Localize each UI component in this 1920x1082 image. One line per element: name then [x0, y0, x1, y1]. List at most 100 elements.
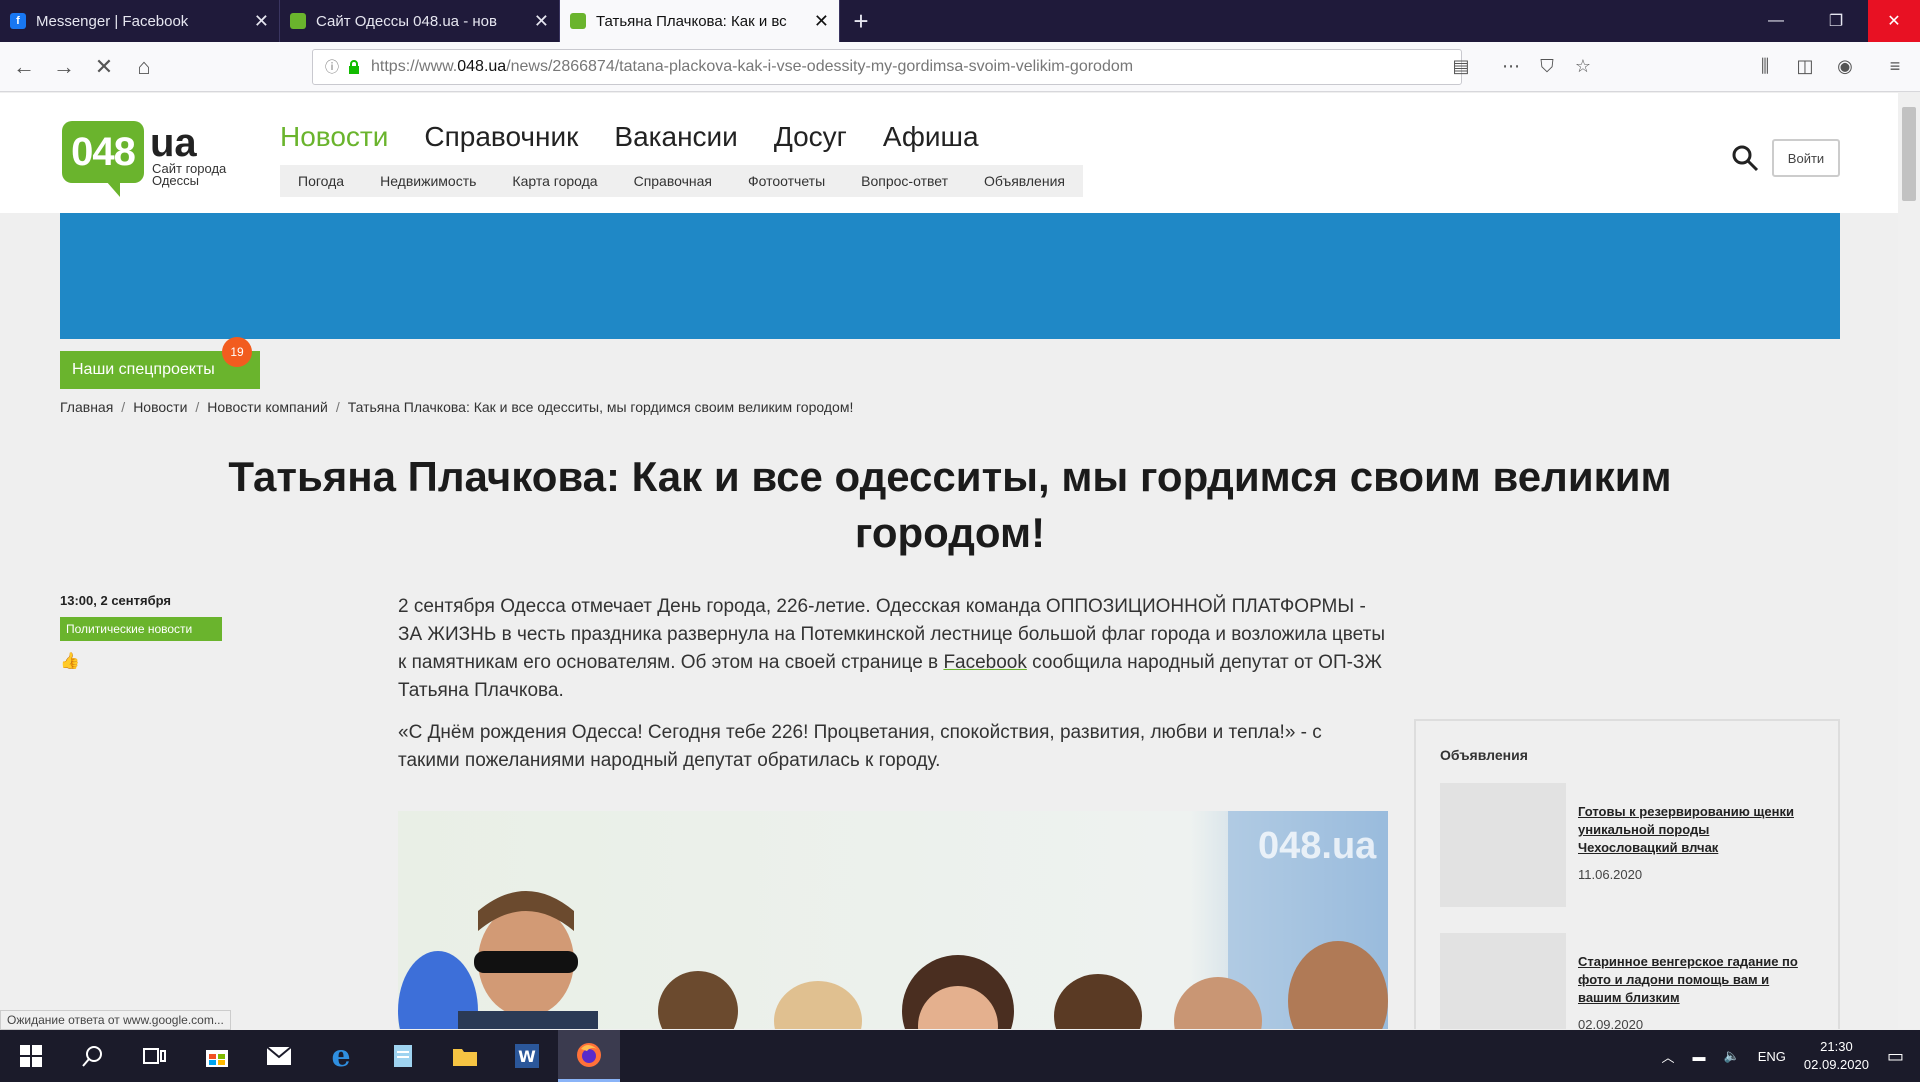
svg-text:W: W — [518, 1047, 536, 1066]
clock-time: 21:30 — [1820, 1039, 1853, 1054]
nav-jobs[interactable]: Вакансии — [614, 121, 737, 153]
nav-directory[interactable]: Справочник — [424, 121, 578, 153]
subnav-qa[interactable]: Вопрос-ответ — [861, 173, 948, 189]
new-tab-button[interactable]: + — [840, 0, 882, 42]
close-icon[interactable]: ✕ — [254, 11, 269, 32]
pocket-icon[interactable]: ⛉ — [1532, 51, 1562, 81]
subnav-city-map[interactable]: Карта города — [512, 173, 597, 189]
browser-tab-bar: f Messenger | Facebook ✕ Сайт Одессы 048… — [0, 0, 1920, 42]
logo-suffix: ua — [150, 121, 197, 165]
article-paragraph: 2 сентября Одесса отмечает День города, … — [398, 596, 1385, 701]
window-close-button[interactable]: ✕ — [1868, 0, 1920, 42]
reader-view-icon[interactable]: ▤ — [1446, 51, 1476, 81]
breadcrumb-separator: / — [121, 399, 126, 415]
windows-start-icon[interactable] — [0, 1030, 62, 1082]
subnav-weather[interactable]: Погода — [298, 173, 344, 189]
battery-icon[interactable]: ▬ — [1693, 1049, 1706, 1064]
tab-article[interactable]: Татьяна Плачкова: Как и вс ✕ — [560, 0, 840, 42]
facebook-link[interactable]: Facebook — [943, 652, 1026, 673]
chevron-up-icon[interactable]: ︿ — [1662, 1047, 1675, 1066]
bookmark-star-icon[interactable]: ☆ — [1568, 51, 1598, 81]
breadcrumb-company-news[interactable]: Новости компаний — [207, 399, 328, 415]
minimize-button[interactable]: — — [1752, 0, 1800, 42]
close-icon[interactable]: ✕ — [814, 11, 829, 32]
stop-loading-button[interactable]: ✕ — [88, 51, 120, 83]
close-icon[interactable]: ✕ — [534, 11, 549, 32]
classifieds-sidebar: Объявления Готовы к резервированию щенки… — [1414, 719, 1840, 1029]
forward-button[interactable]: → — [48, 51, 80, 83]
word-icon[interactable]: W — [496, 1030, 558, 1082]
library-icon[interactable]: ⫼ — [1750, 51, 1780, 81]
tab-title: Сайт Одессы 048.ua - нов — [316, 12, 497, 30]
subnav-real-estate[interactable]: Недвижимость — [380, 173, 476, 189]
mail-icon[interactable] — [248, 1030, 310, 1082]
article-title: Татьяна Плачкова: Как и все одесситы, мы… — [160, 449, 1740, 561]
breadcrumb-home[interactable]: Главная — [60, 399, 113, 415]
tab-messenger[interactable]: f Messenger | Facebook ✕ — [0, 0, 280, 42]
article-title-line2: городом! — [854, 509, 1046, 556]
classified-title[interactable]: Готовы к резервированию щенки уникальной… — [1578, 803, 1806, 857]
url-bar[interactable]: ⓘ https://www.048.ua/news/2866874/tatana… — [312, 49, 1462, 85]
article-paragraph: «С Днём рождения Одесса! Сегодня тебе 22… — [398, 722, 1322, 771]
more-actions-icon[interactable]: ⋯ — [1496, 51, 1526, 81]
tab-048-home[interactable]: Сайт Одессы 048.ua - нов ✕ — [280, 0, 560, 42]
breadcrumb: Главная / Новости / Новости компаний / Тать… — [60, 399, 853, 415]
nav-events[interactable]: Афиша — [883, 121, 979, 153]
048-icon — [570, 13, 586, 29]
search-icon[interactable] — [1730, 143, 1760, 173]
article-photo[interactable]: 048.ua — [398, 811, 1388, 1029]
notifications-icon[interactable]: ▭ — [1887, 1046, 1904, 1067]
thumbs-up-icon[interactable]: 👍 — [60, 651, 82, 673]
firefox-icon[interactable] — [558, 1030, 620, 1082]
notepad-icon[interactable] — [372, 1030, 434, 1082]
ad-banner[interactable] — [60, 213, 1840, 339]
logo-bubble: 048 — [62, 121, 144, 197]
article-title-line1: Татьяна Плачкова: Как и все одесситы, мы… — [228, 453, 1672, 500]
clock[interactable]: 21:30 02.09.2020 — [1804, 1038, 1869, 1074]
site-logo[interactable]: 048 ua Сайт города Одессы — [62, 121, 226, 197]
info-icon[interactable]: ⓘ — [325, 57, 339, 77]
tab-title: Татьяна Плачкова: Как и вс — [596, 12, 787, 30]
nav-leisure[interactable]: Досуг — [774, 121, 847, 153]
account-icon[interactable]: ◉ — [1830, 51, 1860, 81]
facebook-icon: f — [10, 13, 26, 29]
classified-item[interactable]: Старинное венгерское гадание по фото и л… — [1440, 933, 1820, 1029]
back-button[interactable]: ← — [8, 51, 40, 83]
clock-date: 02.09.2020 — [1803, 1057, 1869, 1072]
article-category-tag[interactable]: Политические новости — [60, 617, 222, 641]
logo-tagline: Сайт города Одессы — [152, 161, 227, 188]
classified-title[interactable]: Старинное венгерское гадание по фото и л… — [1578, 953, 1806, 1007]
classified-thumbnail[interactable] — [1440, 783, 1566, 907]
file-explorer-icon[interactable] — [434, 1030, 496, 1082]
article-body: 2 сентября Одесса отмечает День города, … — [398, 593, 1388, 789]
special-projects-badge: 19 — [222, 337, 252, 367]
classified-thumbnail[interactable] — [1440, 933, 1566, 1029]
restore-button[interactable]: ❐ — [1812, 0, 1860, 42]
breadcrumb-separator: / — [335, 399, 340, 415]
hamburger-menu-icon[interactable]: ≡ — [1880, 51, 1910, 81]
language-indicator[interactable]: ENG — [1758, 1049, 1786, 1064]
breadcrumb-news[interactable]: Новости — [133, 399, 187, 415]
subnav-photo-reports[interactable]: Фотоотчеты — [748, 173, 825, 189]
edge-icon[interactable]: e — [310, 1030, 372, 1082]
system-tray: ︿ ▬ 🔈 ENG 21:30 02.09.2020 ▭ — [1662, 1030, 1920, 1082]
subnav-classifieds[interactable]: Объявления — [984, 173, 1065, 189]
scrollbar-thumb[interactable] — [1902, 107, 1916, 201]
classified-date: 02.09.2020 — [1578, 1017, 1644, 1029]
classified-item[interactable]: Готовы к резервированию щенки уникальной… — [1440, 783, 1820, 913]
nav-news[interactable]: Новости — [280, 121, 388, 153]
sidebar-toggle-icon[interactable]: ◫ — [1790, 51, 1820, 81]
store-icon[interactable] — [186, 1030, 248, 1082]
subnav-reference[interactable]: Справочная — [634, 173, 712, 189]
tab-title: Messenger | Facebook — [36, 12, 189, 30]
page-scrollbar[interactable] — [1898, 93, 1920, 1029]
task-view-icon[interactable] — [124, 1030, 186, 1082]
site-header: 048 ua Сайт города Одессы Новости Справо… — [0, 93, 1898, 213]
search-icon[interactable] — [62, 1030, 124, 1082]
home-button[interactable]: ⌂ — [128, 51, 160, 83]
breadcrumb-current: Татьяна Плачкова: Как и все одесситы, мы… — [347, 399, 854, 415]
volume-icon[interactable]: 🔈 — [1724, 1048, 1740, 1064]
url-text: https://www.048.ua/news/2866874/tatana-p… — [371, 58, 1134, 75]
web-page: 048 ua Сайт города Одессы Новости Справо… — [0, 93, 1898, 1029]
login-button[interactable]: Войти — [1772, 139, 1840, 177]
